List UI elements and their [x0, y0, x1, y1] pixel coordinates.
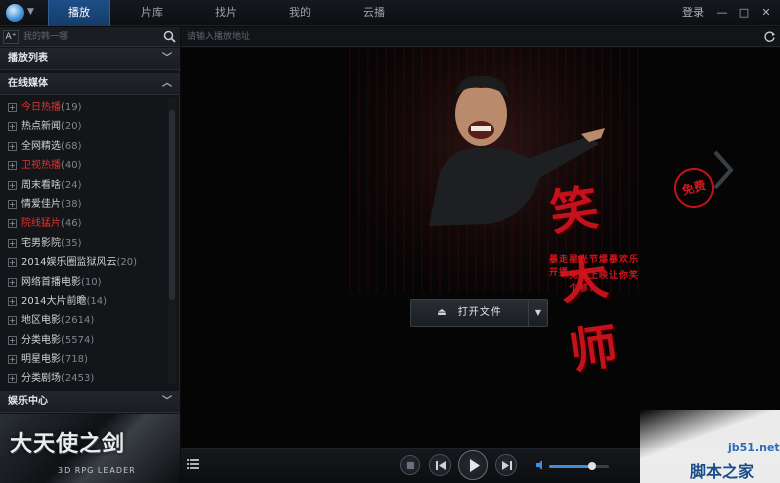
- sidebar-search-bar: A⁺: [0, 27, 180, 47]
- refresh-icon[interactable]: [763, 30, 776, 43]
- previous-button[interactable]: [429, 454, 451, 476]
- list-item[interactable]: + 热点新闻(20): [0, 117, 168, 136]
- expand-icon[interactable]: +: [8, 122, 17, 132]
- open-file-button[interactable]: ⏏ 打开文件: [410, 299, 528, 327]
- playlist-toggle-icon[interactable]: [187, 459, 199, 469]
- section-online-label: 在线媒体: [8, 78, 48, 89]
- next-slide-icon[interactable]: [711, 148, 735, 192]
- tab-mine[interactable]: 我的: [268, 0, 332, 26]
- app-logo-icon[interactable]: [6, 4, 24, 22]
- game-ad-banner[interactable]: 大天使之剑 3D RPG LEADER: [0, 414, 180, 483]
- poster-tagline-2: 免费上映让你笑个够!: [569, 271, 640, 294]
- list-item[interactable]: + 分类剧场(2453): [0, 369, 168, 388]
- eject-icon: ⏏: [437, 307, 448, 318]
- login-button[interactable]: 登录: [678, 0, 708, 26]
- watermark-site: jb51.net: [728, 441, 780, 454]
- expand-icon[interactable]: +: [8, 335, 17, 345]
- expand-icon[interactable]: +: [8, 103, 17, 112]
- list-item[interactable]: + 周末看啥(24): [0, 176, 168, 195]
- list-item[interactable]: + 网络首播电影(10): [0, 273, 168, 292]
- list-item[interactable]: + 卫视热播(40): [0, 156, 168, 175]
- chevron-up-icon: ︿: [162, 78, 172, 89]
- sidebar-search-input[interactable]: [23, 29, 158, 45]
- title-bar: ▼ 播放 片库 找片 我的 云播 登录 — □ ✕: [0, 0, 780, 26]
- maximize-button[interactable]: □: [734, 0, 754, 26]
- next-icon: [502, 461, 512, 470]
- section-online-media[interactable]: 在线媒体 ︿: [0, 73, 180, 95]
- list-item[interactable]: +2014娱乐圈监狱风云(20): [0, 253, 168, 272]
- expand-icon[interactable]: +: [8, 199, 17, 209]
- open-file-label: 打开文件: [457, 307, 502, 318]
- list-item[interactable]: + 分类电影(5574): [0, 331, 168, 350]
- volume-icon[interactable]: [536, 460, 546, 470]
- url-bar: [181, 27, 780, 47]
- expand-icon[interactable]: +: [8, 141, 17, 151]
- stop-icon: [407, 462, 414, 469]
- list-item[interactable]: +2014大片前瞻(14): [0, 292, 168, 311]
- watermark-name: 脚本之家: [690, 462, 755, 481]
- font-size-button[interactable]: A⁺: [3, 30, 19, 44]
- close-button[interactable]: ✕: [756, 0, 776, 26]
- section-playlist-label: 播放列表: [8, 53, 48, 64]
- open-file-dropdown[interactable]: ▼: [528, 299, 548, 327]
- list-item[interactable]: + 全网精选(68): [0, 137, 168, 156]
- search-icon[interactable]: [163, 30, 176, 43]
- expand-icon[interactable]: +: [8, 355, 17, 365]
- stop-button[interactable]: [400, 455, 420, 475]
- tab-find[interactable]: 找片: [194, 0, 258, 26]
- list-item[interactable]: + 今日热播(19): [0, 98, 168, 117]
- menu-caret-icon[interactable]: ▼: [27, 7, 34, 17]
- previous-icon: [436, 461, 446, 470]
- list-item[interactable]: + 院线猛片(46): [0, 214, 168, 233]
- tab-cloud[interactable]: 云播: [342, 0, 406, 26]
- play-button[interactable]: [458, 450, 488, 480]
- chevron-down-icon: ﹀: [162, 396, 172, 407]
- section-entertainment[interactable]: 娱乐中心 ﹀: [0, 391, 180, 413]
- list-item[interactable]: + 明星电影(718): [0, 350, 168, 369]
- promo-poster[interactable]: 笑大师 免费 暴走星光节爆暴欢乐开播 免费上映让你笑个够!: [349, 48, 719, 381]
- expand-icon[interactable]: +: [8, 161, 17, 171]
- tab-play[interactable]: 播放: [48, 0, 110, 26]
- list-item[interactable]: + 宅男影院(35): [0, 234, 168, 253]
- list-item[interactable]: + 地区电影(2614): [0, 311, 168, 330]
- expand-icon[interactable]: +: [8, 258, 17, 268]
- section-playlist[interactable]: 播放列表 ﹀: [0, 48, 180, 70]
- sidebar: A⁺ 播放列表 ﹀ 在线媒体 ︿ +今日热播(19) +热点新闻(20) +全网…: [0, 27, 180, 483]
- list-scrollbar-thumb[interactable]: [169, 110, 175, 300]
- banner-subtitle: 3D RPG LEADER: [58, 466, 136, 475]
- volume-slider-fill: [549, 465, 593, 468]
- tab-library[interactable]: 片库: [120, 0, 184, 26]
- expand-icon[interactable]: +: [8, 296, 17, 306]
- video-stage[interactable]: 笑大师 免费 暴走星光节爆暴欢乐开播 免费上映让你笑个够! ⏏ 打开文件 ▼: [181, 48, 780, 448]
- chevron-down-icon: ﹀: [162, 53, 172, 64]
- expand-icon[interactable]: +: [8, 316, 17, 326]
- next-button[interactable]: [495, 454, 517, 476]
- expand-icon[interactable]: +: [8, 219, 17, 229]
- banner-title: 大天使之剑: [10, 431, 126, 457]
- expand-icon[interactable]: +: [8, 277, 17, 287]
- volume-slider-knob[interactable]: [588, 462, 597, 470]
- expand-icon[interactable]: +: [8, 374, 17, 384]
- list-item[interactable]: + 情爱佳片(38): [0, 195, 168, 214]
- minimize-button[interactable]: —: [712, 0, 732, 26]
- url-input[interactable]: [187, 30, 747, 44]
- online-media-list: + 今日热播(19) + 热点新闻(20) + 全网精选(68) + 卫视热播(40) …: [0, 98, 168, 389]
- expand-icon[interactable]: +: [8, 180, 17, 190]
- section-entertainment-label: 娱乐中心: [8, 396, 48, 407]
- play-icon: [470, 459, 480, 472]
- expand-icon[interactable]: +: [8, 238, 17, 248]
